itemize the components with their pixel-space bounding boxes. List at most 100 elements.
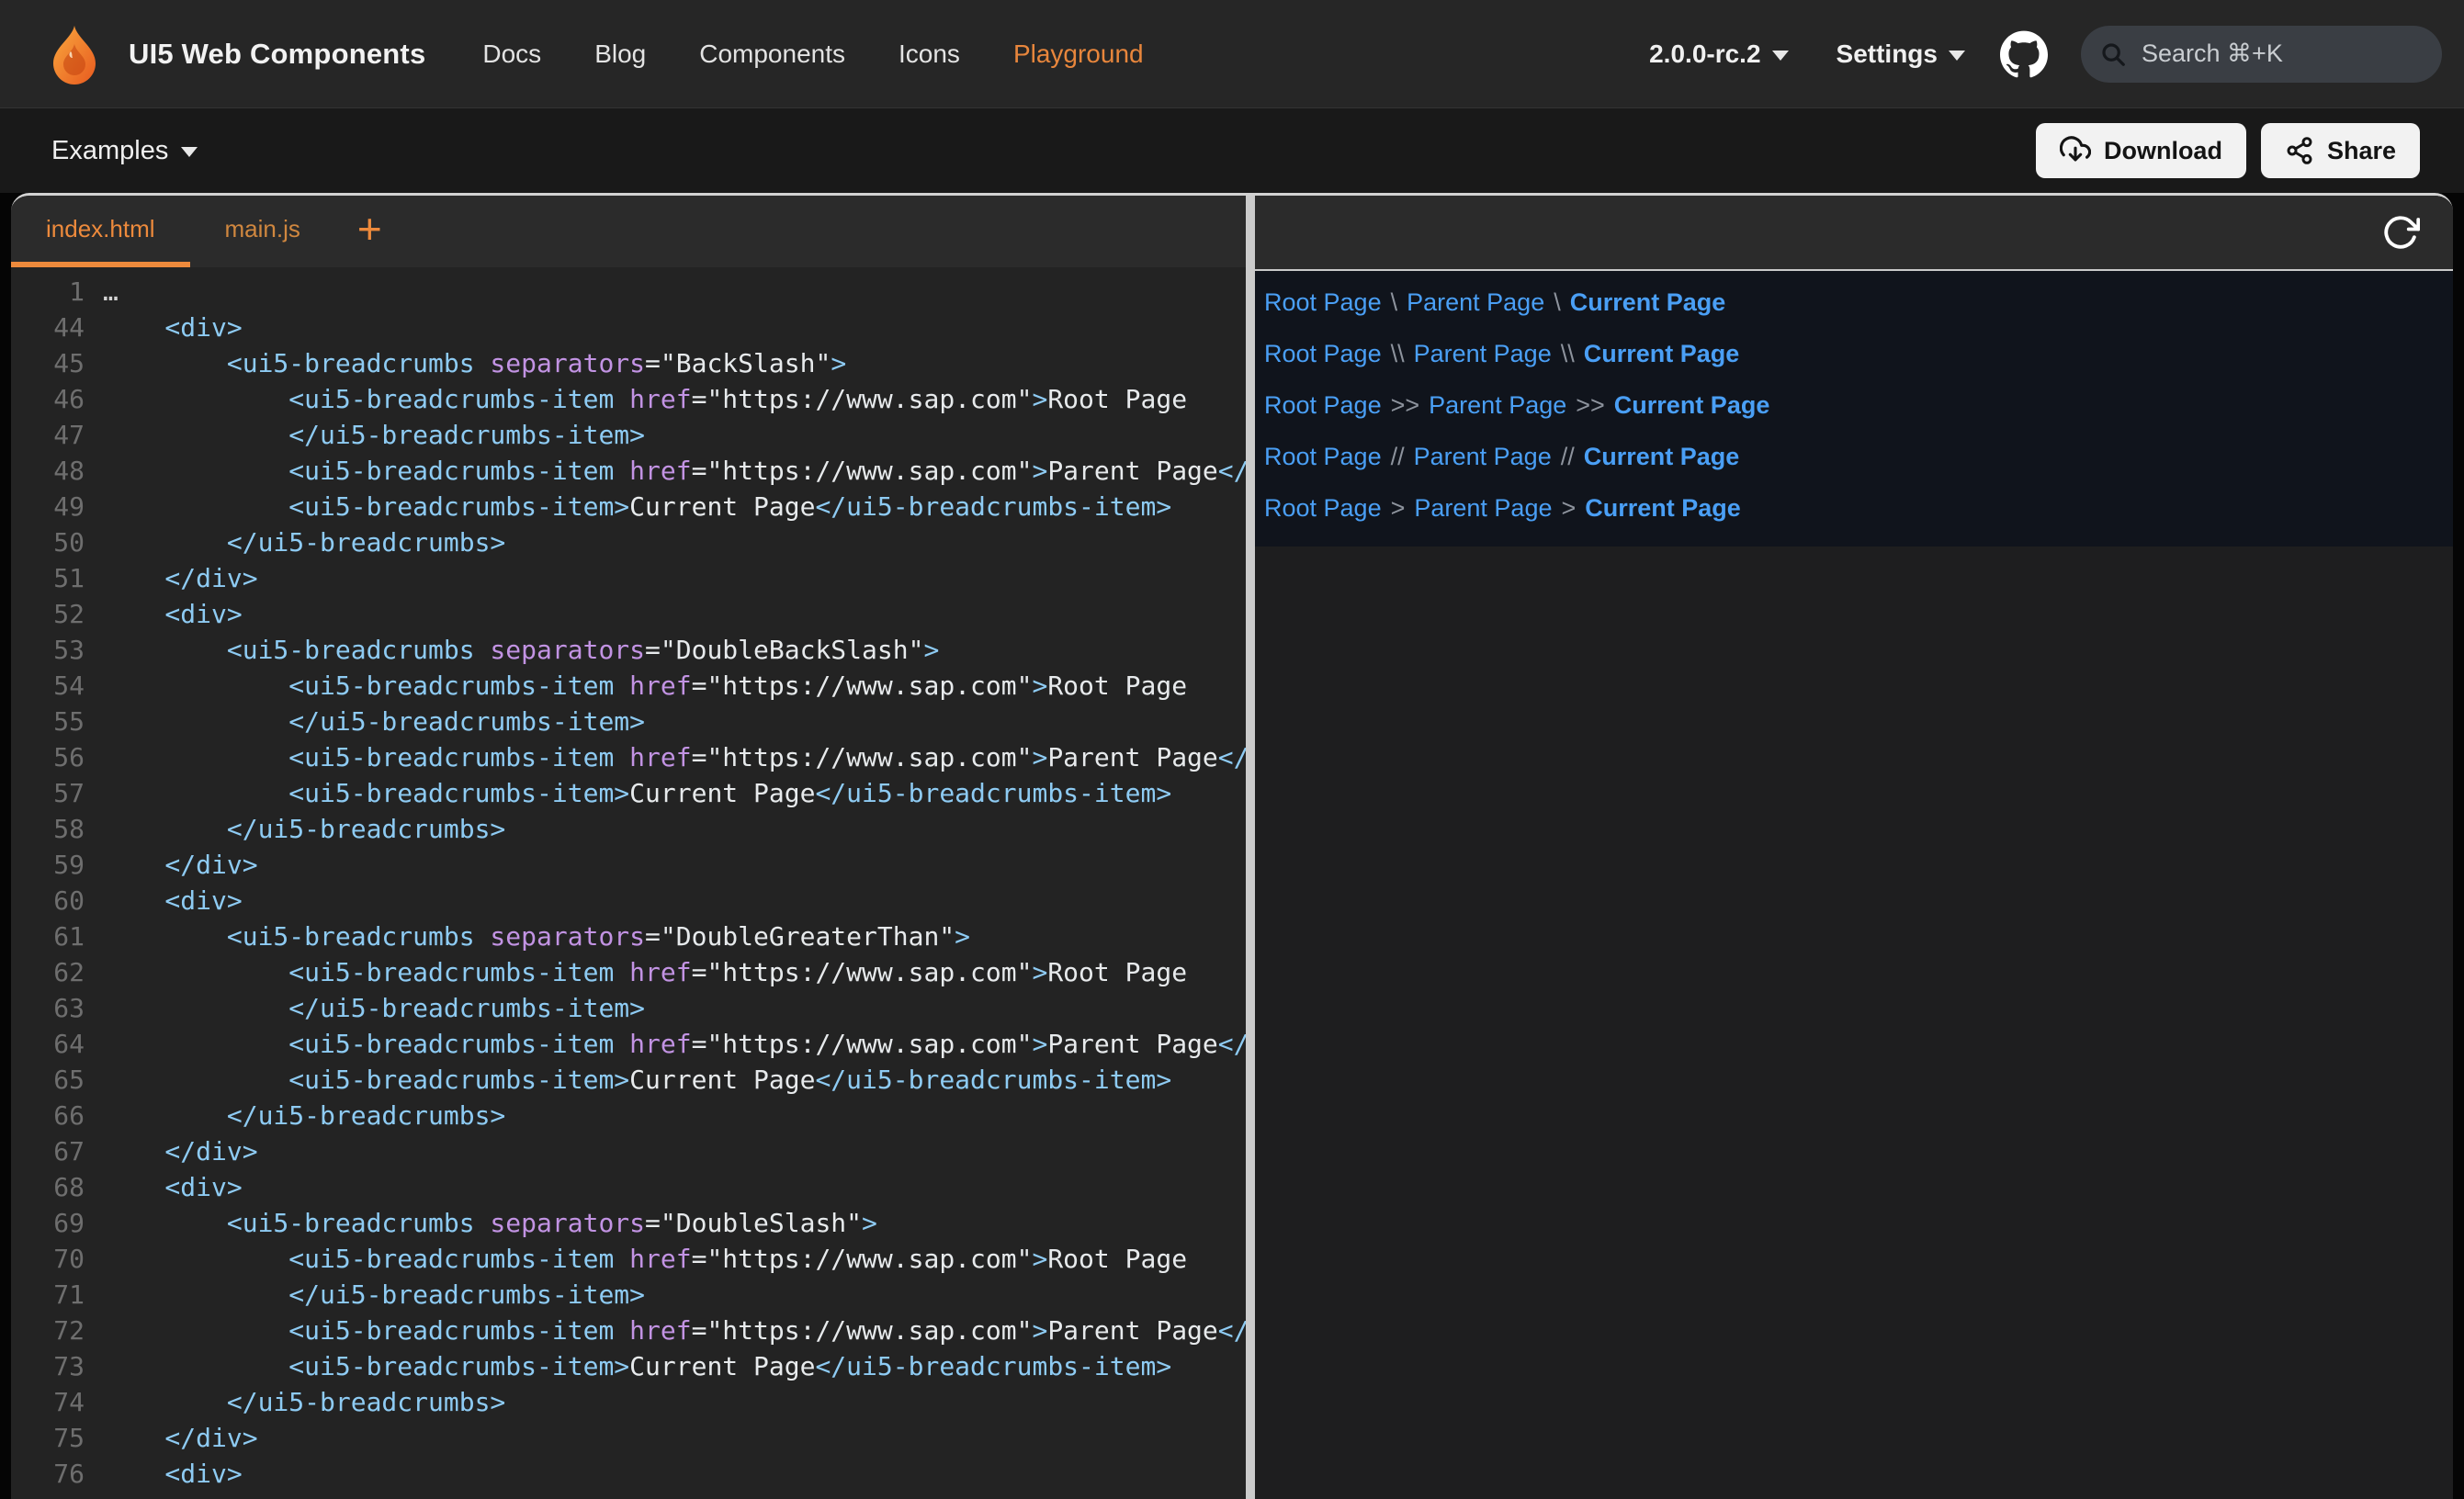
line-content: <div> xyxy=(85,1456,243,1492)
breadcrumb-link[interactable]: Root Page xyxy=(1264,443,1382,471)
code-line: 75 </div> xyxy=(11,1420,1246,1456)
chevron-down-icon xyxy=(1772,51,1789,61)
line-number: 76 xyxy=(11,1456,85,1492)
version-dropdown[interactable]: 2.0.0-rc.2 xyxy=(1649,39,1788,69)
breadcrumb-link[interactable]: Root Page xyxy=(1264,288,1382,317)
breadcrumb-link[interactable]: Parent Page xyxy=(1414,443,1552,471)
line-number: 51 xyxy=(11,560,85,596)
breadcrumb-link[interactable]: Parent Page xyxy=(1414,494,1552,523)
code-line: 51 </div> xyxy=(11,560,1246,596)
share-button[interactable]: Share xyxy=(2261,123,2420,178)
line-number: 53 xyxy=(11,632,85,668)
line-number: 68 xyxy=(11,1169,85,1205)
breadcrumb-link[interactable]: Root Page xyxy=(1264,494,1382,523)
breadcrumb-separator: \\ xyxy=(1561,340,1575,368)
plus-icon: + xyxy=(357,204,382,254)
code-line: 55 </ui5-breadcrumbs-item> xyxy=(11,704,1246,739)
line-content: </div> xyxy=(85,560,258,596)
line-content: </div> xyxy=(85,1133,258,1169)
line-content: <ui5-breadcrumbs-item href="https://www.… xyxy=(85,739,1246,775)
code-line: 62 <ui5-breadcrumbs-item href="https://w… xyxy=(11,954,1246,990)
line-number: 55 xyxy=(11,704,85,739)
code-line: 61 <ui5-breadcrumbs separators="DoubleGr… xyxy=(11,919,1246,954)
code-line: 52 <div> xyxy=(11,596,1246,632)
settings-dropdown[interactable]: Settings xyxy=(1837,39,1965,69)
preview-toolbar xyxy=(1255,196,2453,271)
breadcrumb-current-page: Current Page xyxy=(1614,391,1770,420)
line-number: 44 xyxy=(11,310,85,345)
line-content: <ui5-breadcrumbs separators="DoubleSlash… xyxy=(85,1205,877,1241)
breadcrumb: Root Page\\Parent Page\\Current Page xyxy=(1264,328,2453,379)
nav-links: Docs Blog Components Icons Playground xyxy=(482,39,1143,69)
tab-main-js[interactable]: main.js xyxy=(190,196,335,267)
line-number: 54 xyxy=(11,668,85,704)
nav-link-components[interactable]: Components xyxy=(699,39,845,69)
line-content: <div> xyxy=(85,596,243,632)
code-line: 56 <ui5-breadcrumbs-item href="https://w… xyxy=(11,739,1246,775)
examples-dropdown[interactable]: Examples xyxy=(51,136,198,166)
tab-index-html[interactable]: index.html xyxy=(11,196,190,267)
nav-link-playground[interactable]: Playground xyxy=(1013,39,1144,69)
breadcrumb-link[interactable]: Parent Page xyxy=(1414,340,1552,368)
line-number: 56 xyxy=(11,739,85,775)
breadcrumb-separator: // xyxy=(1561,443,1575,471)
line-content: </div> xyxy=(85,1420,258,1456)
add-tab-button[interactable]: + xyxy=(335,193,404,267)
line-number: 61 xyxy=(11,919,85,954)
line-content: <div> xyxy=(85,1169,243,1205)
split-divider-handle[interactable] xyxy=(1246,196,1255,1499)
refresh-icon xyxy=(2381,213,2420,252)
navbar-right: 2.0.0-rc.2 Settings xyxy=(1649,26,2442,83)
line-number: 67 xyxy=(11,1133,85,1169)
line-number: 72 xyxy=(11,1313,85,1348)
line-content: … xyxy=(85,274,119,310)
breadcrumb: Root Page>>Parent Page>>Current Page xyxy=(1264,379,2453,431)
line-content: <ui5-breadcrumbs-item href="https://www.… xyxy=(85,1026,1246,1062)
code-line: 68 <div> xyxy=(11,1169,1246,1205)
code-line: 69 <ui5-breadcrumbs separators="DoubleSl… xyxy=(11,1205,1246,1241)
code-line: 54 <ui5-breadcrumbs-item href="https://w… xyxy=(11,668,1246,704)
code-line: 44 <div> xyxy=(11,310,1246,345)
search-input[interactable] xyxy=(2142,39,2424,68)
search-box[interactable] xyxy=(2081,26,2442,83)
share-label: Share xyxy=(2327,137,2396,165)
breadcrumb-link[interactable]: Parent Page xyxy=(1407,288,1544,317)
line-content: </ui5-breadcrumbs-item> xyxy=(85,417,645,453)
chevron-down-icon xyxy=(1949,51,1965,61)
nav-link-blog[interactable]: Blog xyxy=(594,39,646,69)
line-content: </ui5-breadcrumbs-item> xyxy=(85,1277,645,1313)
nav-link-icons[interactable]: Icons xyxy=(899,39,960,69)
line-number: 60 xyxy=(11,883,85,919)
breadcrumb-separator: // xyxy=(1391,443,1405,471)
github-link[interactable] xyxy=(2000,30,2048,78)
code-line: 48 <ui5-breadcrumbs-item href="https://w… xyxy=(11,453,1246,489)
nav-link-docs[interactable]: Docs xyxy=(482,39,541,69)
breadcrumb-link[interactable]: Root Page xyxy=(1264,340,1382,368)
line-number: 66 xyxy=(11,1098,85,1133)
line-content: </ui5-breadcrumbs> xyxy=(85,1384,505,1420)
line-content: </ui5-breadcrumbs> xyxy=(85,811,505,847)
breadcrumb-link[interactable]: Root Page xyxy=(1264,391,1382,420)
breadcrumb-link[interactable]: Parent Page xyxy=(1429,391,1566,420)
download-label: Download xyxy=(2104,137,2222,165)
version-label: 2.0.0-rc.2 xyxy=(1649,39,1760,69)
breadcrumb-current-page: Current Page xyxy=(1584,340,1740,368)
line-content: <ui5-breadcrumbs-item href="https://www.… xyxy=(85,1241,1187,1277)
code-line: 64 <ui5-breadcrumbs-item href="https://w… xyxy=(11,1026,1246,1062)
code-line: 59 </div> xyxy=(11,847,1246,883)
line-number: 69 xyxy=(11,1205,85,1241)
refresh-button[interactable] xyxy=(2381,213,2420,252)
toolbar-buttons: Download Share xyxy=(2036,123,2420,178)
code-line: 63 </ui5-breadcrumbs-item> xyxy=(11,990,1246,1026)
code-line: 71 </ui5-breadcrumbs-item> xyxy=(11,1277,1246,1313)
line-content: <ui5-breadcrumbs-item href="https://www.… xyxy=(85,954,1187,990)
line-number: 50 xyxy=(11,524,85,560)
line-content: <ui5-breadcrumbs-item href="https://www.… xyxy=(85,381,1187,417)
line-content: </ui5-breadcrumbs> xyxy=(85,1098,505,1133)
download-button[interactable]: Download xyxy=(2036,123,2246,178)
github-icon xyxy=(2000,30,2048,78)
line-content: <ui5-breadcrumbs-item href="https://www.… xyxy=(85,668,1187,704)
code-editor[interactable]: 1…44 <div>45 <ui5-breadcrumbs separators… xyxy=(11,267,1246,1499)
line-number: 71 xyxy=(11,1277,85,1313)
brand-title: UI5 Web Components xyxy=(129,38,425,71)
